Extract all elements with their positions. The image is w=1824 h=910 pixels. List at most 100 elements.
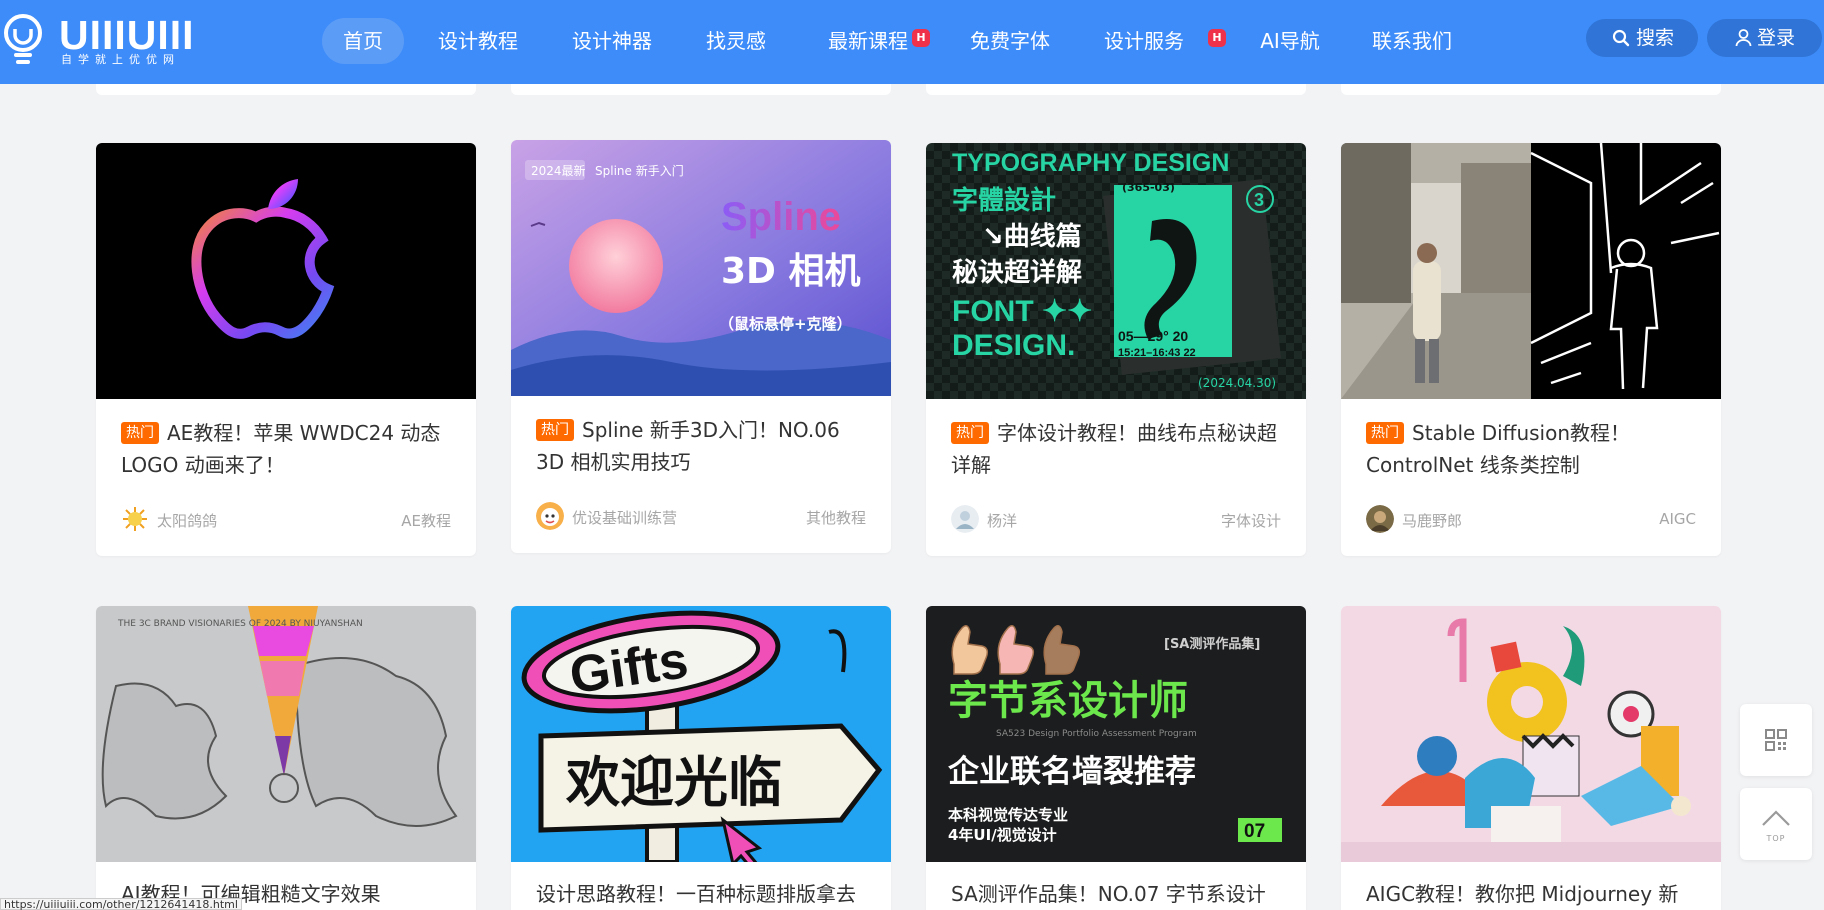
typography-cover-image: TYPOGRAPHY DESIGN 字體設計 ↘曲线篇 秘诀超详解 FONT ✦… — [926, 143, 1306, 399]
article-card[interactable]: AIGC教程！教你把 Midjourney 新 — [1341, 606, 1721, 910]
category-link[interactable]: 其他教程 — [806, 507, 866, 528]
nav-item-inspiration[interactable]: 找灵感 — [696, 18, 776, 64]
article-thumbnail[interactable]: THE 3C BRAND VISIONARIES OF 2024 BY NIUY… — [96, 606, 476, 862]
aigc-3d-shapes-cover-image — [1341, 606, 1721, 862]
nav-item-free-fonts[interactable]: 免费字体 — [960, 18, 1060, 64]
rough-text-cover-image: THE 3C BRAND VISIONARIES OF 2024 BY NIUY… — [96, 606, 476, 862]
card-stub — [1341, 84, 1721, 95]
hot-tag: 热门 — [121, 422, 159, 444]
hot-tag: 热门 — [951, 422, 989, 444]
card-stub — [511, 84, 891, 95]
article-title[interactable]: AIGC教程！教你把 Midjourney 新 — [1366, 878, 1701, 910]
article-thumbnail[interactable]: TYPOGRAPHY DESIGN 字體設計 ↘曲线篇 秘诀超详解 FONT ✦… — [926, 143, 1306, 399]
thumb-line3: 企业联名墙裂推荐 — [948, 754, 1196, 790]
article-title[interactable]: 热门 Spline 新手3D入门！NO.06 3D 相机实用技巧 — [536, 414, 871, 478]
article-card[interactable]: 热门 AE教程！苹果 WWDC24 动态 LOGO 动画来了！ 太阳鸽鸽 AE教程 — [96, 143, 476, 556]
login-label: 登录 — [1757, 27, 1796, 49]
author-name[interactable]: 优设基础训练营 — [572, 507, 677, 528]
qrcode-button[interactable] — [1740, 704, 1812, 776]
thumb-badge-text: Spline 新手入门 — [595, 163, 684, 178]
hot-badge: H — [912, 29, 930, 47]
thumb-line4: 本科视觉传达专业 — [948, 806, 1068, 824]
article-card[interactable]: [SA测评作品集] 字节系设计师 SA523 Design Portfolio … — [926, 606, 1306, 910]
apple-logo-image — [96, 143, 476, 399]
back-to-top-button[interactable]: TOP — [1740, 788, 1812, 860]
site-logo[interactable]: UIIIUIII 自学就上优优网 — [3, 13, 194, 71]
article-title[interactable]: 热门 Stable Diffusion教程！ControlNet 线条类控制 — [1366, 417, 1701, 481]
spline-cover-image: 2024最新 Spline 新手入门 Spline 3D 相机 （鼠标悬停+克隆… — [511, 140, 891, 396]
nav-item-courses[interactable]: 最新课程 — [818, 18, 918, 64]
article-thumbnail[interactable] — [96, 143, 476, 399]
hot-tag: 热门 — [536, 419, 574, 441]
article-title[interactable]: 设计思路教程！一百种标题排版拿去 — [536, 878, 871, 910]
user-icon — [1735, 29, 1752, 47]
article-meta: 太阳鸽鸽 AE教程 — [121, 505, 451, 535]
top-label: TOP — [1766, 834, 1786, 843]
author-name[interactable]: 马鹿野郎 — [1402, 510, 1462, 531]
article-meta: 优设基础训练营 其他教程 — [536, 502, 866, 532]
hot-tag: 热门 — [1366, 422, 1404, 444]
avatar[interactable] — [121, 505, 149, 533]
article-thumbnail[interactable] — [1341, 606, 1721, 862]
article-thumbnail[interactable]: [SA测评作品集] 字节系设计师 SA523 Design Portfolio … — [926, 606, 1306, 862]
thumb-subheading: 3D 相机 — [721, 251, 860, 292]
avatar[interactable] — [1366, 505, 1394, 533]
login-button[interactable]: 登录 — [1707, 19, 1822, 57]
article-card[interactable]: THE 3C BRAND VISIONARIES OF 2024 BY NIUY… — [96, 606, 476, 910]
article-meta: 杨洋 字体设计 — [951, 505, 1281, 535]
thumb-num: 3 — [1254, 190, 1264, 210]
search-button[interactable]: 搜索 — [1586, 19, 1698, 57]
article-title[interactable]: 热门 AE教程！苹果 WWDC24 动态 LOGO 动画来了！ — [121, 417, 456, 481]
article-meta: 马鹿野郎 AIGC — [1366, 505, 1696, 535]
thumb-line1: TYPOGRAPHY DESIGN — [952, 149, 1229, 177]
nav-item-home[interactable]: 首页 — [322, 18, 404, 64]
article-card[interactable]: TYPOGRAPHY DESIGN 字體設計 ↘曲线篇 秘诀超详解 FONT ✦… — [926, 143, 1306, 556]
thumb-tag: [SA测评作品集] — [1164, 636, 1260, 652]
thumb-date3: (2024.04.30) — [1198, 376, 1276, 390]
article-card[interactable]: Gifts 欢迎光临 设计思路教程！一百种标题排版拿去 — [511, 606, 891, 910]
author-name[interactable]: 杨洋 — [987, 510, 1017, 531]
thumb-line4: 秘诀超详解 — [952, 257, 1082, 288]
article-card[interactable]: 2024最新 Spline 新手入门 Spline 3D 相机 （鼠标悬停+克隆… — [511, 140, 891, 553]
category-link[interactable]: AIGC — [1659, 510, 1696, 528]
qrcode-icon — [1765, 729, 1787, 751]
card-stub — [926, 84, 1306, 95]
nav-item-contact[interactable]: 联系我们 — [1362, 18, 1462, 64]
nav-item-tools[interactable]: 设计神器 — [562, 18, 662, 64]
thumb-badge: (365-03) — [1122, 181, 1175, 194]
link-status-bar: https://uiiiuiii.com/other/1212641418.ht… — [0, 898, 242, 910]
arrow-up-icon — [1762, 810, 1790, 826]
author-name[interactable]: 太阳鸽鸽 — [157, 510, 217, 531]
search-icon — [1612, 29, 1630, 47]
article-thumbnail[interactable]: Gifts 欢迎光临 — [511, 606, 891, 862]
article-thumbnail[interactable]: 2024最新 Spline 新手入门 Spline 3D 相机 （鼠标悬停+克隆… — [511, 140, 891, 396]
thumb-date1: 05—29° 20 — [1118, 328, 1188, 344]
nav-item-ai-nav[interactable]: AI导航 — [1250, 18, 1330, 64]
logo-wordmark: UIIIUIII — [59, 12, 195, 58]
category-link[interactable]: 字体设计 — [1221, 510, 1281, 531]
logo-slogan: 自学就上优优网 — [61, 53, 180, 66]
nav-item-tutorials[interactable]: 设计教程 — [428, 18, 528, 64]
thumb-note: （鼠标悬停+克隆） — [719, 315, 852, 333]
avatar[interactable] — [536, 502, 564, 530]
avatar[interactable] — [951, 505, 979, 533]
article-card[interactable]: 热门 Stable Diffusion教程！ControlNet 线条类控制 马鹿… — [1341, 143, 1721, 556]
hot-badge: H — [1208, 29, 1226, 47]
thumb-line6: DESIGN. — [952, 329, 1075, 362]
thumb-num: 07 — [1244, 821, 1265, 842]
thumb-sign2: 欢迎光临 — [565, 751, 782, 814]
gifts-sign-cover-image: Gifts 欢迎光临 — [511, 606, 891, 862]
article-title[interactable]: 热门 字体设计教程！曲线布点秘诀超详解 — [951, 417, 1286, 481]
thumb-line1: 字节系设计师 — [948, 678, 1188, 724]
nav-item-design-services[interactable]: 设计服务 — [1094, 18, 1194, 64]
thumb-line3: ↘曲线篇 — [982, 221, 1082, 252]
thumb-line2: SA523 Design Portfolio Assessment Progra… — [996, 729, 1197, 739]
category-link[interactable]: AE教程 — [401, 510, 451, 531]
article-thumbnail[interactable] — [1341, 143, 1721, 399]
thumb-line5: 4年UI/视觉设计 — [948, 826, 1057, 844]
thumb-badge-year: 2024最新 — [531, 163, 586, 178]
article-title[interactable]: SA测评作品集！NO.07 字节系设计 — [951, 878, 1286, 910]
thumb-heading: Spline — [721, 195, 841, 239]
thumb-caption: THE 3C BRAND VISIONARIES OF 2024 BY NIUY… — [117, 619, 363, 629]
controlnet-cover-image — [1341, 143, 1721, 399]
